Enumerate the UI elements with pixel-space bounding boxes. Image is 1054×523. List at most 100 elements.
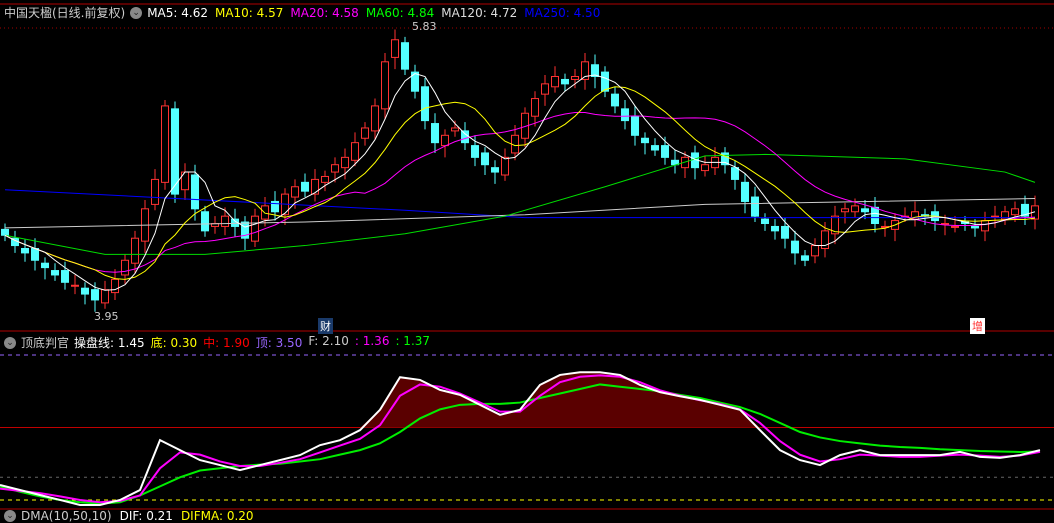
finance-marker[interactable]: 财: [318, 318, 333, 334]
candle-down: [561, 78, 569, 85]
candle-down: [871, 206, 879, 225]
candle-down: [801, 255, 809, 261]
candle-up: [1011, 208, 1019, 216]
candle-down: [191, 174, 199, 210]
indicator-label: 操盘线: 1.45: [74, 336, 145, 350]
candle-up: [261, 205, 269, 220]
stock-title: 中国天楹(日线.前复权): [4, 6, 126, 20]
candle-up: [121, 259, 129, 276]
candle-down: [471, 145, 479, 158]
candle-up: [251, 215, 259, 242]
indicator-label: : 1.37: [395, 334, 431, 348]
candle-up: [541, 83, 549, 95]
candle-down: [91, 289, 99, 301]
candle-down: [431, 123, 439, 144]
candle-up: [111, 278, 119, 294]
candle-up: [371, 105, 379, 132]
candle-down: [791, 240, 799, 254]
candle-down: [61, 270, 69, 283]
candle-up: [321, 175, 329, 183]
candle-down: [1, 228, 9, 236]
dma-header: ⌄ DMA(10,50,10) DIF: 0.21 DIFMA: 0.20: [4, 509, 254, 523]
candle-up: [841, 208, 849, 213]
ma120-line: [4, 198, 1036, 229]
candle-down: [641, 137, 649, 144]
candle-down: [971, 225, 979, 229]
candle-up: [101, 289, 109, 304]
dma-legend: DMA(10,50,10) DIF: 0.21 DIFMA: 0.20: [21, 509, 254, 523]
candle-down: [41, 262, 49, 269]
ma-label: MA20: 4.58: [290, 5, 359, 20]
candle-up: [291, 186, 299, 198]
candle-down: [481, 152, 489, 166]
candle-down: [661, 145, 669, 158]
indicator-label: 顶: 3.50: [255, 336, 303, 350]
candle-down: [771, 225, 779, 232]
candle-up: [341, 156, 349, 169]
candle-down: [631, 115, 639, 136]
candle-up: [531, 98, 539, 117]
share-increase-marker[interactable]: 增: [970, 318, 985, 334]
candle-up: [391, 39, 399, 58]
candle-up: [701, 164, 709, 172]
candle-up: [131, 237, 139, 264]
candle-up: [451, 127, 459, 132]
candle-down: [401, 42, 409, 70]
candle-up: [981, 220, 989, 232]
indicator-name: 顶底判官: [21, 336, 70, 350]
candle-up: [951, 225, 959, 228]
candle-down: [81, 287, 89, 295]
candle-down: [761, 218, 769, 225]
candle-down: [491, 167, 499, 173]
candle-down: [731, 167, 739, 180]
candle-up: [851, 205, 859, 213]
candle-up: [381, 61, 389, 110]
green-line: [0, 383, 1041, 505]
ma60-line: [4, 153, 1036, 255]
ma-label: MA10: 4.57: [214, 5, 284, 20]
ma5-line: [4, 73, 1036, 291]
top-zone-fill: [0, 372, 1040, 428]
indicator-header: ⌄ 顶底判官 操盘线: 1.45 底: 0.30 中: 1.90 顶: 3.50 F: …: [4, 334, 430, 351]
chevron-down-icon[interactable]: ⌄: [4, 336, 16, 349]
candle-up: [351, 142, 359, 161]
candle-up: [221, 215, 229, 227]
candle-down: [31, 248, 39, 261]
candle-down: [861, 208, 869, 213]
indicator-label: 底: 0.30: [150, 336, 198, 350]
dma-label: DIF: 0.21: [119, 509, 173, 523]
candle-down: [51, 270, 59, 276]
chevron-down-icon[interactable]: ⌄: [4, 510, 16, 522]
candle-up: [151, 178, 159, 205]
candle-down: [301, 181, 309, 192]
high-price-label: 5.83: [412, 20, 437, 33]
candle-up: [551, 76, 559, 88]
magenta-line: [0, 374, 1041, 504]
candle-down: [21, 248, 29, 254]
candle-up: [361, 127, 369, 139]
candle-up: [331, 164, 339, 173]
dma-label: DMA(10,50,10): [21, 509, 112, 523]
candle-up: [161, 105, 169, 183]
candle-up: [311, 178, 319, 195]
chevron-down-icon[interactable]: ⌄: [130, 6, 143, 19]
indicator-legend: 操盘线: 1.45 底: 0.30 中: 1.90 顶: 3.50 F: 2.10: 1…: [74, 334, 430, 351]
ma-label: MA250: 4.50: [524, 5, 601, 20]
candle-down: [741, 181, 749, 202]
candle-down: [781, 225, 789, 239]
candle-up: [441, 134, 449, 147]
ma250-line: [4, 189, 1035, 219]
candle-down: [601, 71, 609, 92]
indicator-label: 中: 1.90: [203, 336, 250, 350]
candle-down: [651, 145, 659, 151]
candle-up: [501, 156, 509, 176]
main-header: 中国天楹(日线.前复权) ⌄ MA5: 4.62 MA10: 4.57 MA20: …: [4, 4, 600, 21]
operation-line: [0, 371, 1041, 506]
ma-legend: MA5: 4.62 MA10: 4.57 MA20: 4.58 MA60: 4.84 M…: [147, 6, 600, 20]
ma-label: MA5: 4.62: [147, 5, 208, 20]
candle-down: [751, 196, 759, 217]
kline-chart[interactable]: [0, 0, 1054, 517]
candle-down: [611, 93, 619, 107]
candle-up: [571, 76, 579, 80]
dma-label: DIFMA: 0.20: [180, 509, 254, 523]
